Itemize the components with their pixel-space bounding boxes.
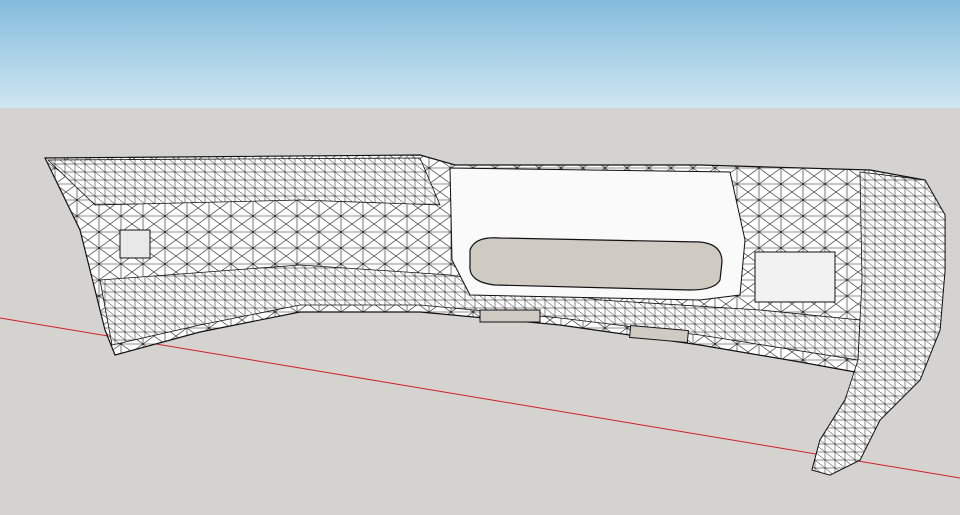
3d-viewport[interactable]: [0, 0, 960, 515]
bumper-model[interactable]: [44, 154, 946, 476]
side-marker-recess: [754, 251, 836, 303]
fog-light-recess-left: [479, 309, 541, 323]
scene-svg: [0, 154, 960, 479]
mounting-bracket-left: [119, 229, 151, 259]
upper-band: [47, 157, 441, 206]
grille-opening: [469, 237, 723, 291]
